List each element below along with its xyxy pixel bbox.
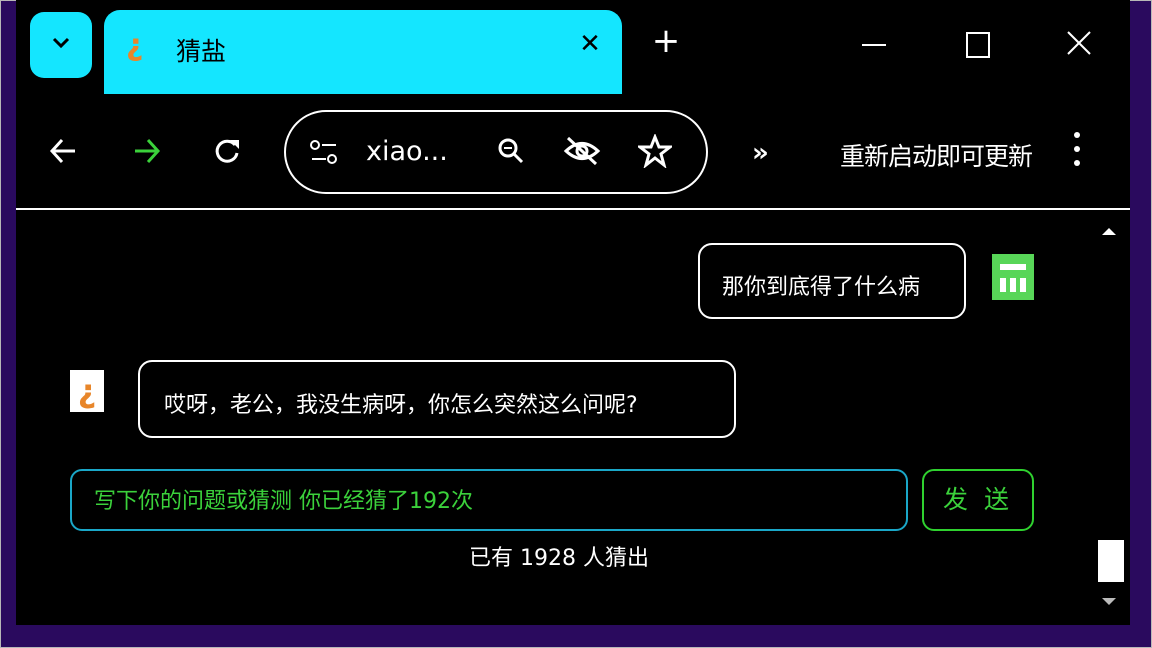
bot-avatar: ¿ (70, 370, 104, 412)
maximize-button[interactable] (966, 32, 990, 58)
zoom-icon[interactable] (496, 136, 526, 166)
site-settings-icon (310, 140, 337, 164)
guess-input-box[interactable] (70, 469, 908, 531)
user-message-text: 那你到底得了什么病 (722, 275, 921, 300)
menu-icon[interactable] (1072, 132, 1082, 174)
tab-search-button[interactable] (30, 12, 92, 78)
user-avatar (992, 254, 1034, 300)
forward-button[interactable] (132, 136, 162, 170)
reload-icon (215, 139, 239, 163)
chevron-down-icon (52, 37, 70, 49)
close-icon (1067, 31, 1091, 55)
tab-title: 猜盐 (176, 37, 227, 66)
scroll-up-arrow[interactable] (1102, 228, 1116, 235)
bot-message: 哎呀，老公，我没生病呀，你怎么突然这么问呢? (138, 360, 736, 438)
user-message: 那你到底得了什么病 (698, 243, 966, 319)
arrow-right-icon (135, 138, 161, 164)
scroll-down-arrow[interactable] (1102, 598, 1116, 605)
guess-input[interactable] (92, 483, 876, 519)
send-button[interactable]: 发 送 (922, 469, 1034, 531)
eye-off-icon[interactable] (562, 134, 602, 168)
chat-area: 那你到底得了什么病 ¿ 哎呀，老公，我没生病呀，你怎么突然这么问呢? 发 送 已… (16, 210, 1130, 625)
bot-message-text: 哎呀，老公，我没生病呀，你怎么突然这么问呢? (164, 393, 638, 418)
arrow-left-icon (49, 138, 75, 164)
close-window-button[interactable] (1062, 26, 1096, 60)
tab-close-button[interactable]: ✕ (574, 28, 606, 60)
tab-active[interactable]: ¿ 猜盐 ✕ (104, 10, 622, 94)
update-button[interactable]: 重新启动即可更新 (840, 137, 1033, 173)
reload-button[interactable] (212, 136, 242, 170)
star-icon[interactable] (638, 134, 672, 168)
scrollbar-thumb[interactable] (1098, 540, 1124, 582)
favicon-icon: ¿ (126, 28, 144, 63)
back-button[interactable] (48, 136, 78, 170)
guessed-count: 已有 1928 人猜出 (469, 546, 649, 571)
address-bar[interactable]: xiao... (284, 110, 708, 194)
new-tab-button[interactable]: + (648, 24, 684, 60)
minimize-button[interactable] (862, 44, 886, 46)
url-text[interactable]: xiao... (366, 136, 448, 167)
robot-avatar-icon (992, 254, 1034, 300)
more-tools-button[interactable]: » (752, 138, 769, 168)
